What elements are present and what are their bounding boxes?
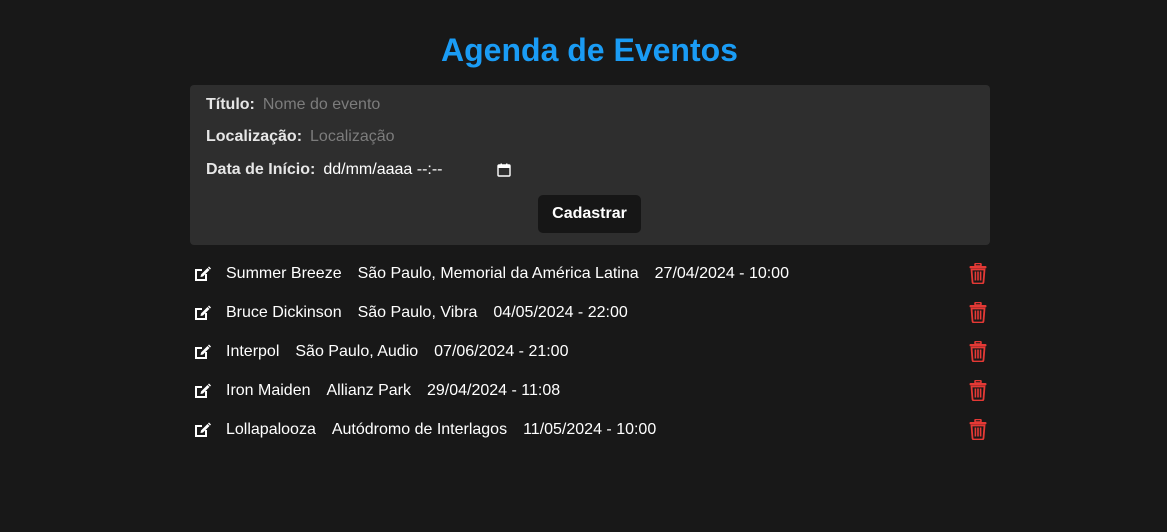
date-label: Data de Início: — [206, 161, 316, 178]
trash-icon[interactable] — [969, 418, 987, 441]
event-row: Lollapalooza Autódromo de Interlagos 11/05… — [190, 410, 990, 449]
page: Agenda de Eventos Título: Nome do evento… — [0, 0, 1167, 532]
location-input[interactable]: Localização — [310, 128, 395, 146]
trash-icon[interactable] — [969, 340, 987, 363]
calendar-icon[interactable] — [496, 163, 511, 177]
submit-button[interactable]: Cadastrar — [538, 195, 641, 233]
location-row: Localização: Localização — [206, 127, 395, 147]
event-name: Lollapalooza — [226, 420, 316, 438]
event-datetime: 29/04/2024 - 11:08 — [426, 381, 561, 399]
date-input[interactable]: dd/mm/aaaa --:-- — [323, 161, 442, 179]
title-input[interactable]: Nome do evento — [263, 96, 380, 114]
edit-icon[interactable] — [193, 421, 211, 439]
location-label: Localização: — [206, 128, 303, 145]
event-form: Título: Nome do evento Localização: Loca… — [190, 85, 990, 245]
event-name: Summer Breeze — [226, 264, 342, 282]
trash-icon[interactable] — [969, 301, 987, 324]
event-name: Interpol — [226, 342, 280, 360]
event-row: Interpol São Paulo, Audio 07/06/2024 - 21:… — [190, 332, 990, 371]
event-datetime: 07/06/2024 - 21:00 — [434, 342, 569, 360]
event-datetime: 11/05/2024 - 10:00 — [523, 420, 657, 438]
edit-icon[interactable] — [193, 382, 211, 400]
event-row: Iron Maiden Allianz Park 29/04/2024 - 11:0… — [190, 371, 990, 410]
page-title: Agenda de Eventos — [441, 32, 738, 68]
event-datetime: 04/05/2024 - 22:00 — [493, 303, 628, 321]
trash-icon[interactable] — [969, 262, 987, 285]
event-name: Iron Maiden — [226, 381, 311, 399]
event-location: Allianz Park — [326, 381, 411, 399]
title-row: Título: Nome do evento — [206, 95, 380, 115]
edit-icon[interactable] — [193, 304, 211, 322]
trash-icon[interactable] — [969, 379, 987, 402]
event-location: Autódromo de Interlagos — [331, 420, 508, 438]
edit-icon[interactable] — [193, 265, 211, 283]
event-name: Bruce Dickinson — [226, 303, 342, 321]
event-row: Summer Breeze São Paulo, Memorial da Amér… — [190, 254, 990, 293]
event-location: São Paulo, Memorial da América Latina — [357, 264, 639, 282]
events-list: Summer Breeze São Paulo, Memorial da Amér… — [190, 254, 990, 449]
event-location: São Paulo, Audio — [295, 342, 419, 360]
event-location: São Paulo, Vibra — [357, 303, 478, 321]
event-datetime: 27/04/2024 - 10:00 — [654, 264, 789, 282]
edit-icon[interactable] — [193, 343, 211, 361]
event-row: Bruce Dickinson São Paulo, Vibra 04/05/202… — [190, 293, 990, 332]
date-row: Data de Início: dd/mm/aaaa --:-- — [206, 160, 511, 180]
title-label: Título: — [206, 96, 255, 113]
